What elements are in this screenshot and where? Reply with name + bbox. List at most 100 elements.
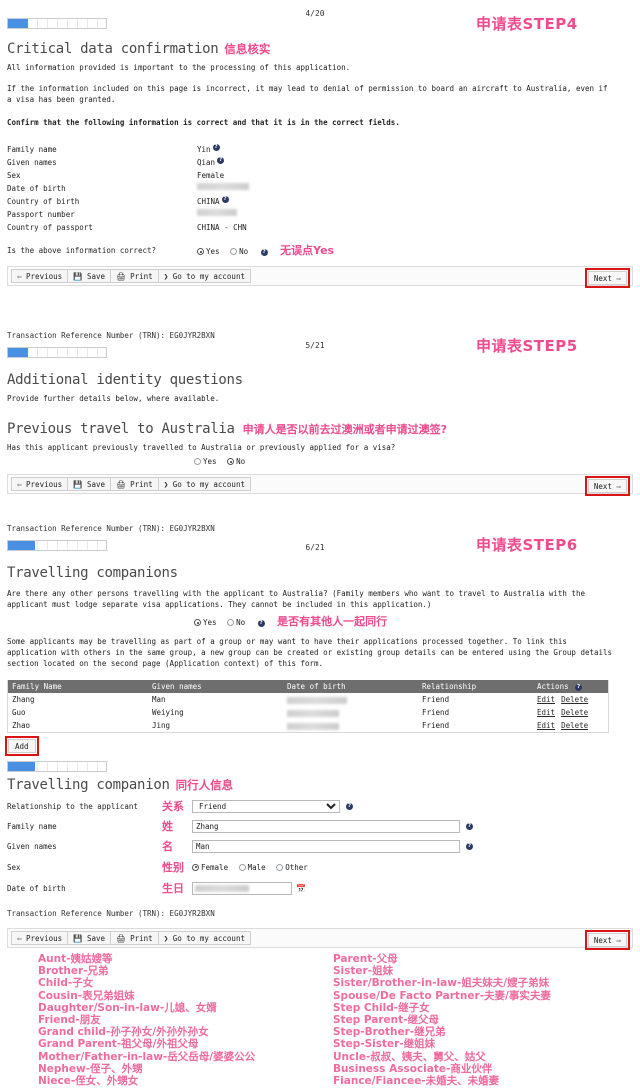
help-icon[interactable]: ? xyxy=(466,822,473,830)
relationship-row: Relationship to the applicant 关系 Friend … xyxy=(0,797,640,815)
field-row: Given names Qian? xyxy=(0,156,640,169)
group-details-note: Some applicants may be travelling as par… xyxy=(7,637,613,668)
help-icon[interactable]: ? xyxy=(212,144,220,151)
sex-row: Sex 性别 Female Male Other xyxy=(0,858,640,876)
radio-no-icon[interactable] xyxy=(227,619,235,626)
next-button[interactable]: Next ⇨ xyxy=(587,479,627,493)
edit-link[interactable]: Edit xyxy=(537,721,555,730)
radio-option-no[interactable]: No xyxy=(227,618,245,627)
companions-table: Family Name Given names Date of birth Re… xyxy=(8,680,608,732)
edit-link[interactable]: Edit xyxy=(537,708,555,717)
companions-question: Are there any other persons travelling w… xyxy=(7,589,585,609)
radio-yes-icon[interactable] xyxy=(197,248,204,255)
radio-male-icon[interactable] xyxy=(238,863,246,871)
calendar-icon[interactable]: 📅 xyxy=(296,884,306,893)
glossary-right-item: Sister-姐妹 xyxy=(333,965,394,978)
previous-button[interactable]: ⇦ Previous xyxy=(11,269,69,283)
glossary-right-item: Uncle-叔叔、姨夫、舅父、姑父 xyxy=(333,1050,486,1063)
glossary-right-item: Step Parent-继父母 xyxy=(333,1014,440,1027)
next-button[interactable]: Next ⇨ xyxy=(587,933,627,947)
save-button[interactable]: 💾 Save xyxy=(67,477,112,491)
button-bar-step4: ⇦ Previous 💾 Save 🖨 Print ❯ Go to my acc… xyxy=(7,266,633,288)
help-icon[interactable]: ? xyxy=(257,619,265,627)
edit-link[interactable]: Edit xyxy=(537,695,555,704)
radio-option-yes[interactable]: Yes xyxy=(197,247,220,256)
field-label: Passport number xyxy=(7,210,75,219)
field-label: Family name xyxy=(7,145,57,154)
radio-no-icon[interactable] xyxy=(227,458,235,465)
next-button-highlight: Next ⇨ xyxy=(584,476,630,496)
field-value: Female xyxy=(197,171,225,180)
dob-input[interactable] xyxy=(192,881,292,895)
radio-no-icon[interactable] xyxy=(230,248,238,255)
radio-option-female[interactable]: Female xyxy=(192,863,228,872)
go-to-my-account-button[interactable]: ❯ Go to my account xyxy=(157,269,251,283)
step-6-section: Transaction Reference Number (TRN): EG0J… xyxy=(0,524,640,950)
field-row: Family name Yin? xyxy=(0,143,640,156)
go-to-my-account-button[interactable]: ❯ Go to my account xyxy=(157,477,251,491)
radio-female-icon[interactable] xyxy=(192,863,199,871)
glossary-left-item: Cousin-表兄弟姐妹 xyxy=(38,989,135,1002)
cell-date-of-birth xyxy=(283,706,418,719)
cell-given-names: Jing xyxy=(152,721,171,730)
help-icon[interactable]: ? xyxy=(221,196,229,203)
radio-yes-icon[interactable] xyxy=(194,458,201,465)
next-button[interactable]: Next ⇨ xyxy=(587,271,627,285)
delete-link[interactable]: Delete xyxy=(561,721,588,730)
cell-family-name: Zhang xyxy=(12,695,35,704)
previous-button[interactable]: ⇦ Previous xyxy=(11,477,69,491)
relationship-select[interactable]: Friend xyxy=(192,799,340,813)
go-to-my-account-button[interactable]: ❯ Go to my account xyxy=(157,931,251,945)
field-value: CHINA - CHN xyxy=(197,223,247,232)
radio-other-icon[interactable] xyxy=(276,863,284,871)
table-row: Zhang Man Friend Edit Delete xyxy=(8,693,608,706)
given-names-label-cn: 名 xyxy=(162,840,173,853)
field-value: CHINA xyxy=(197,197,220,206)
field-row: Passport number xyxy=(0,208,640,221)
radio-option-yes[interactable]: Yes xyxy=(194,618,217,627)
save-button[interactable]: 💾 Save xyxy=(67,931,112,945)
radio-option-no[interactable]: No xyxy=(227,457,245,466)
previous-button[interactable]: ⇦ Previous xyxy=(11,931,69,945)
add-button-highlight: Add xyxy=(5,736,39,756)
glossary-right-item: Fiance/Fiancee-未婚夫、未婚妻 xyxy=(333,1075,500,1088)
help-icon[interactable]: ? xyxy=(217,157,225,164)
table-header-row: Family Name Given names Date of birth Re… xyxy=(8,680,608,693)
print-button[interactable]: 🖨 Print xyxy=(110,269,159,283)
given-names-input[interactable] xyxy=(192,839,460,853)
previous-travel-radio-group: Yes No xyxy=(0,457,640,466)
save-button[interactable]: 💾 Save xyxy=(67,269,112,283)
given-names-row: Given names 名 ? xyxy=(0,837,640,855)
family-name-input[interactable] xyxy=(192,819,460,833)
field-label: Sex xyxy=(7,171,21,180)
help-icon[interactable]: ? xyxy=(260,248,268,256)
help-icon[interactable]: ? xyxy=(466,842,473,850)
radio-no-label: No xyxy=(236,457,246,466)
radio-female-label: Female xyxy=(201,862,229,872)
cell-actions: Edit Delete xyxy=(533,706,608,719)
field-value: Qian xyxy=(197,158,216,167)
glossary-left-item: Aunt-姨姑嫂等 xyxy=(38,953,113,965)
field-label: Country of birth xyxy=(7,197,80,206)
table-row: Guo Weiying Friend Edit Delete xyxy=(8,706,608,719)
step-label-6: 申请表STEP6 xyxy=(476,536,578,554)
progress-bar-step4 xyxy=(7,18,107,29)
delete-link[interactable]: Delete xyxy=(561,708,588,717)
radio-yes-icon[interactable] xyxy=(194,619,201,626)
print-button[interactable]: 🖨 Print xyxy=(110,477,159,491)
delete-link[interactable]: Delete xyxy=(561,695,588,704)
help-icon[interactable]: ? xyxy=(575,683,583,691)
radio-option-no[interactable]: No xyxy=(230,247,248,256)
radio-option-other[interactable]: Other xyxy=(276,863,308,872)
step-label-4: 申请表STEP4 xyxy=(476,15,578,33)
step5-subtext: Provide further details below, where ava… xyxy=(7,394,220,403)
radio-option-yes[interactable]: Yes xyxy=(194,457,217,466)
radio-no-label: No xyxy=(239,247,249,256)
relationship-label: Relationship to the applicant xyxy=(7,801,138,811)
radio-option-male[interactable]: Male xyxy=(238,863,266,872)
add-companion-button[interactable]: Add xyxy=(8,739,36,753)
print-button[interactable]: 🖨 Print xyxy=(110,931,159,945)
next-button-highlight: Next ⇨ xyxy=(584,268,630,288)
help-icon[interactable]: ? xyxy=(346,802,353,810)
intro-paragraph-2: If the information included on this page… xyxy=(7,84,608,104)
